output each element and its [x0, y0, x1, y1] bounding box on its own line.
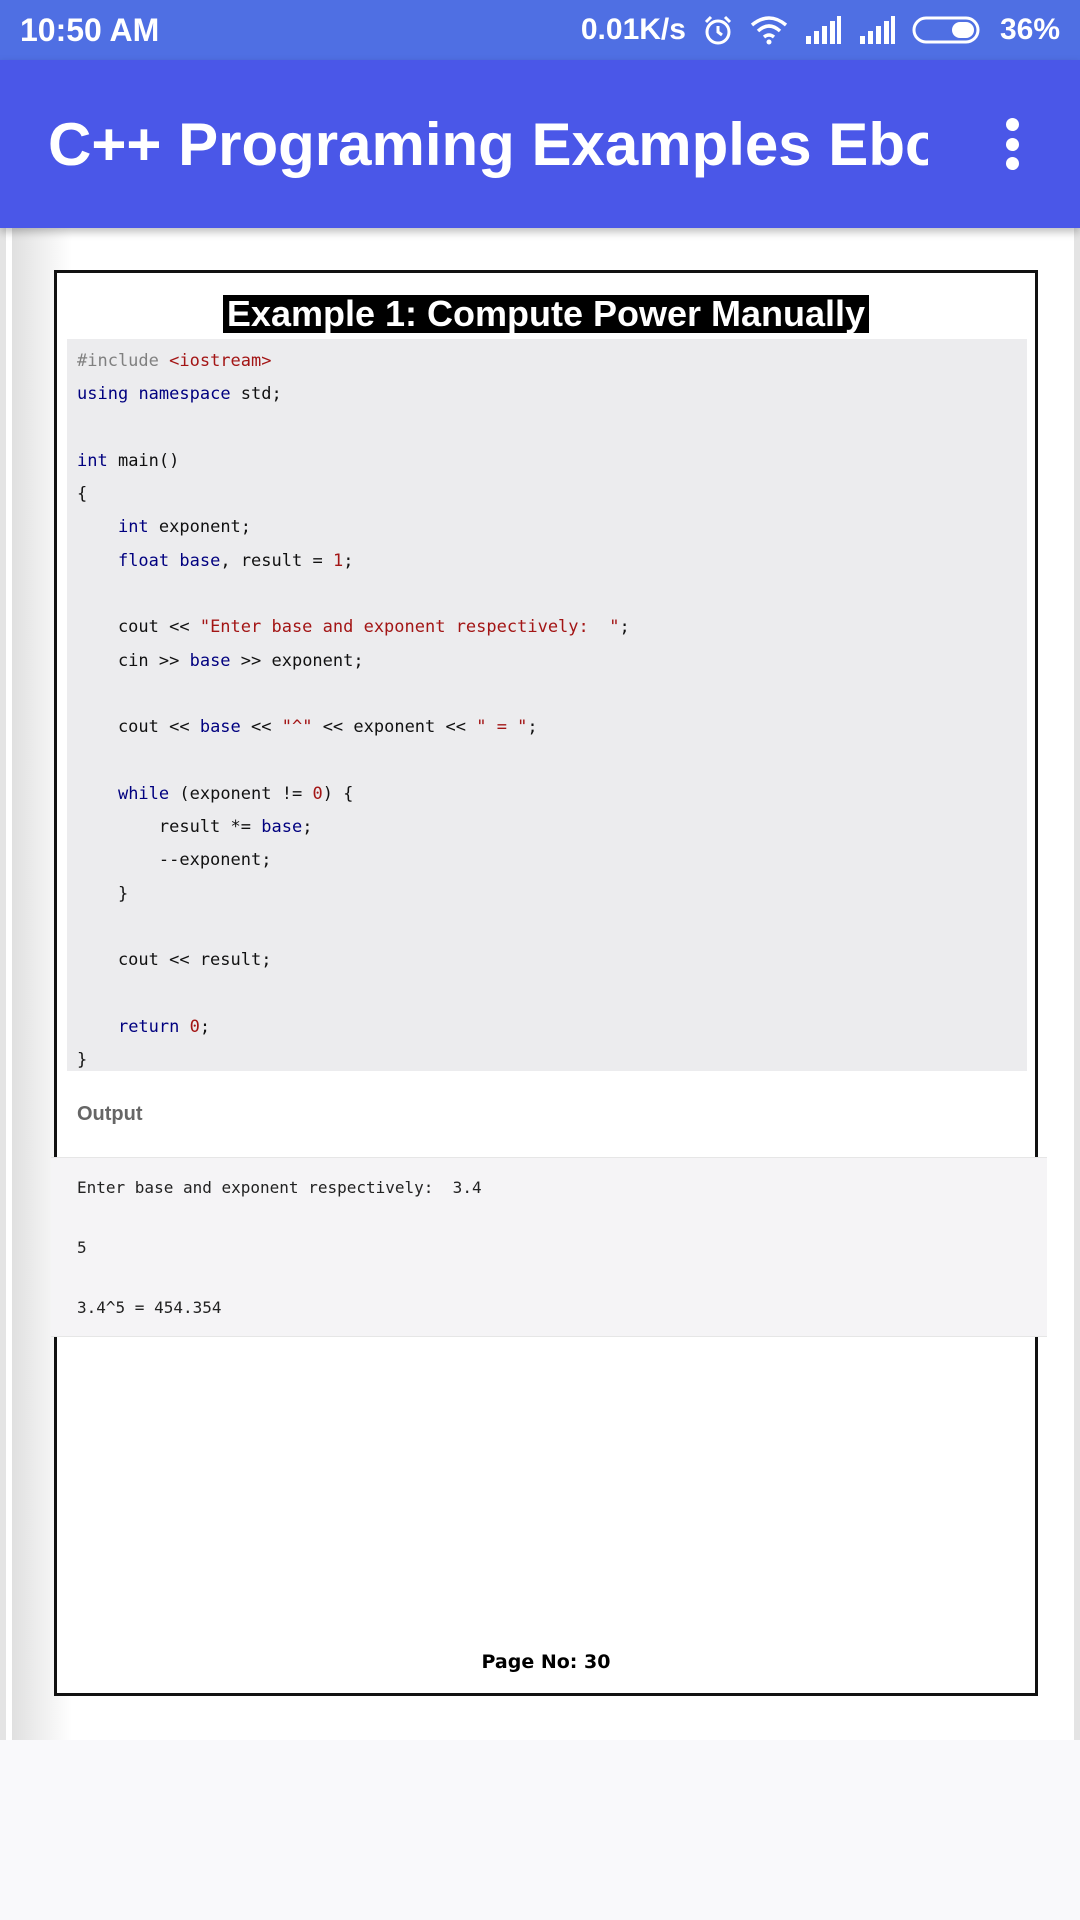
page-number: Page No: 30 [481, 1651, 611, 1673]
code-line: cout << result; [77, 950, 272, 971]
code-line: } [77, 1050, 88, 1071]
alarm-icon [702, 14, 734, 46]
code-line: #include <iostream> [77, 351, 272, 371]
code-line: result *= base; [77, 817, 313, 838]
signal-icon [804, 16, 842, 44]
pdf-viewer[interactable]: Example 1: Compute Power Manually #inclu… [0, 228, 1080, 1740]
app-title: C++ Programing Examples Ebo… [48, 110, 928, 178]
code-line: while (exponent != 0) { [117, 783, 354, 804]
battery-level: 36% [999, 13, 1060, 46]
page-heading: Example 1: Compute Power Manually [222, 295, 870, 333]
code-line: --exponent; [77, 850, 272, 871]
wifi-icon [750, 15, 788, 45]
output-line: 5 [77, 1238, 87, 1257]
output-label: Output [77, 1103, 143, 1125]
status-bar: 10:50 AM 0.01K/s 36% [0, 0, 1080, 60]
code-line: int main() [77, 450, 180, 471]
output-line: 3.4^5 = 454.354 [77, 1298, 222, 1317]
code-line: cout << "Enter base and exponent respect… [77, 617, 630, 638]
app-bar: C++ Programing Examples Ebo… [0, 60, 1080, 228]
code-line: cout << base << "^" << exponent << " = "… [77, 717, 538, 738]
code-line: float base, result = 1; [117, 550, 354, 571]
code-line: { [77, 484, 88, 505]
code-line: int exponent; [117, 517, 252, 538]
status-time: 10:50 AM [20, 11, 160, 48]
output-block: Enter base and exponent respectively: 3.… [51, 1157, 1047, 1337]
output-line: Enter base and exponent respectively: 3.… [77, 1178, 482, 1197]
status-icons: 0.01K/s 36% [581, 13, 1060, 47]
battery-icon [912, 15, 984, 45]
code-line: } [77, 883, 129, 904]
code-line: cin >> base >> exponent; [77, 650, 364, 671]
empty-area [0, 1740, 1080, 1920]
signal-icon-2 [858, 16, 896, 44]
more-options-icon[interactable] [992, 114, 1032, 174]
code-line: return 0; [117, 1016, 211, 1037]
code-block: #include <iostream> using namespace std; i… [67, 339, 1027, 1071]
pdf-page: Example 1: Compute Power Manually #inclu… [51, 270, 1047, 1696]
code-line: using namespace std; [77, 384, 282, 405]
network-speed: 0.01K/s [580, 13, 686, 46]
